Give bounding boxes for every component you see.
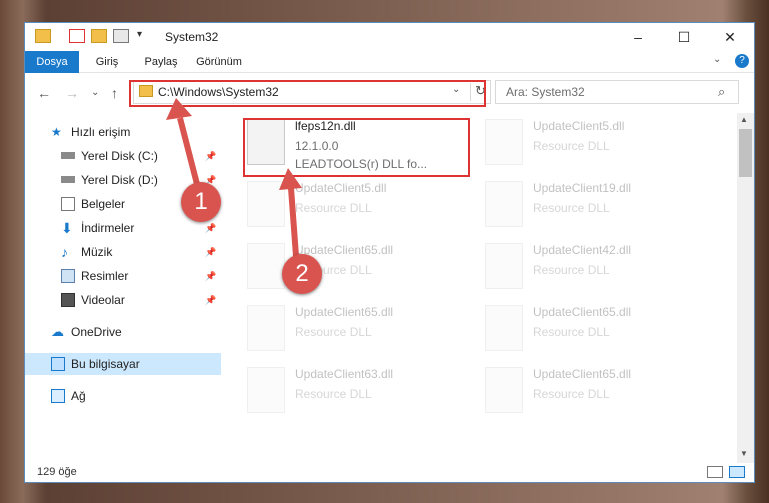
- step-1-badge: 1: [181, 182, 221, 222]
- arrow-1-shaft: [177, 117, 201, 189]
- annotation-arrows: [166, 98, 302, 257]
- step-2-badge: 2: [282, 254, 322, 294]
- arrow-1-head: [166, 98, 192, 120]
- arrow-2-shaft: [288, 187, 299, 257]
- arrow-2-head: [279, 168, 302, 190]
